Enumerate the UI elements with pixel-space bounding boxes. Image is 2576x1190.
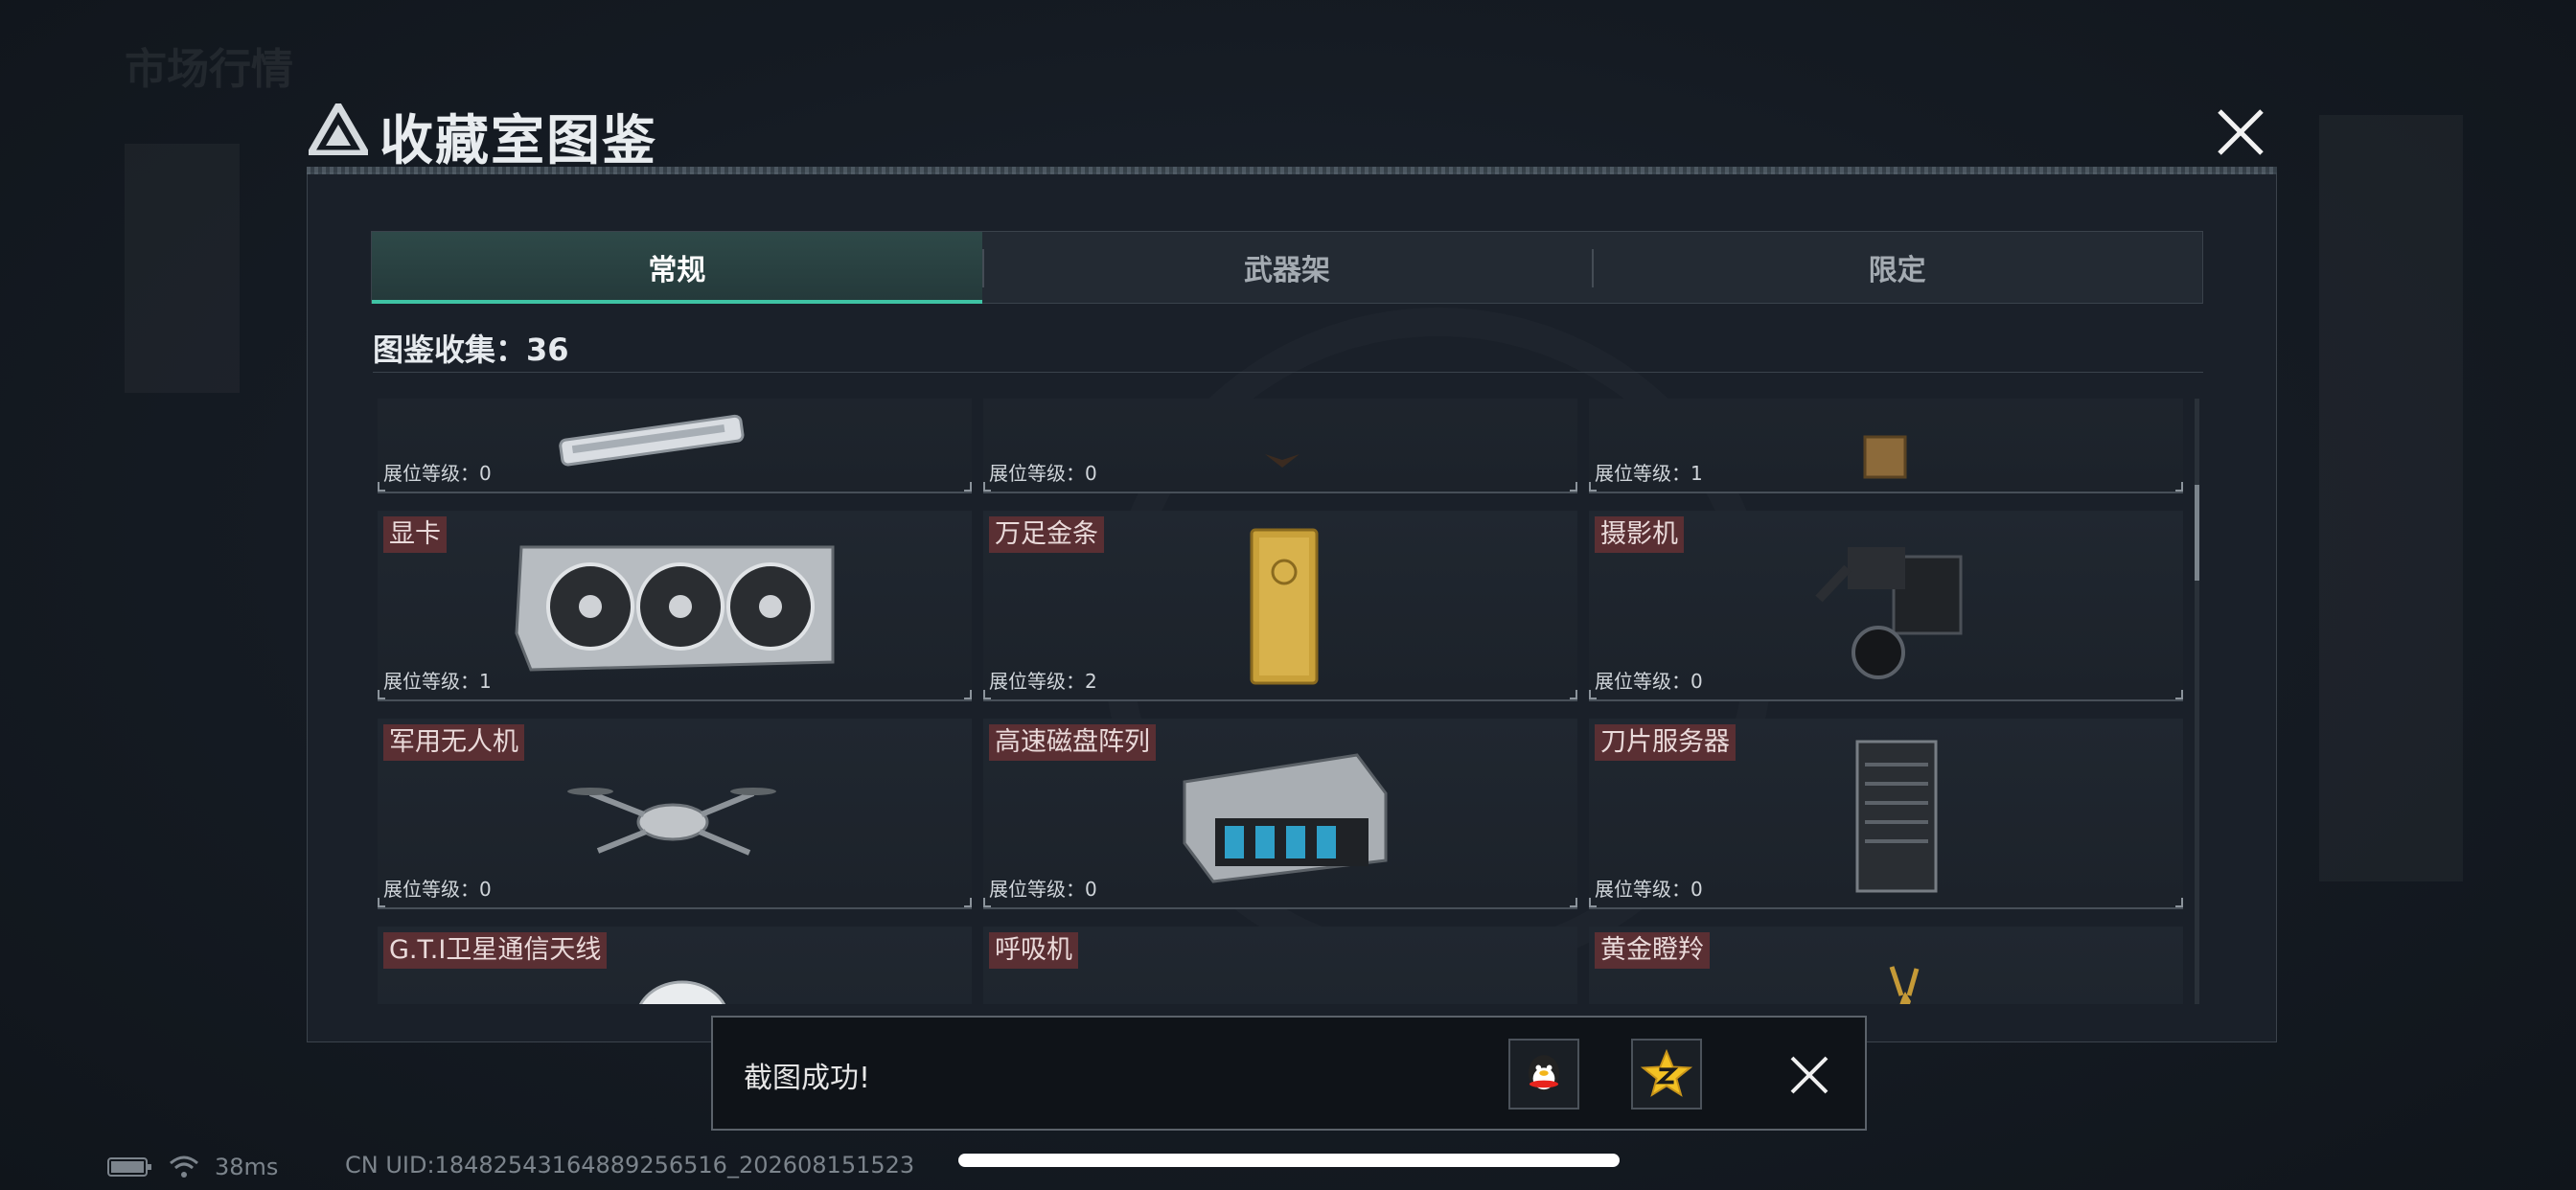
video-camera-icon <box>1815 547 1963 679</box>
close-icon[interactable] <box>2212 103 2269 161</box>
item-name: 显卡 <box>383 516 447 553</box>
display-level: 展位等级：0 <box>989 462 1097 485</box>
ping-value: 38ms <box>215 1154 279 1180</box>
box-icon <box>1863 435 1907 479</box>
tab-weapon-rack[interactable]: 武器架 <box>981 232 1593 303</box>
scrollbar-thumb[interactable] <box>2195 485 2199 581</box>
item-name: 呼吸机 <box>989 932 1078 969</box>
display-level: 展位等级：0 <box>383 878 492 901</box>
keyboard-icon <box>559 414 745 467</box>
item-name: 摄影机 <box>1595 516 1684 553</box>
modal-title-bar: 收藏室图鉴 <box>307 94 2277 174</box>
collection-card[interactable]: 军用无人机 展位等级：0 <box>378 719 972 909</box>
share-qq-button[interactable] <box>1508 1039 1579 1110</box>
blade-server-icon <box>1855 740 1938 893</box>
logo-triangle-icon <box>309 103 368 155</box>
gold-bar-icon <box>1250 528 1319 685</box>
collection-card[interactable]: 展位等级：1 <box>1589 399 2183 493</box>
collection-card[interactable]: 摄影机 展位等级：0 <box>1589 511 2183 701</box>
user-uid: CN UID:18482543164889256516_202608151523 <box>345 1152 915 1179</box>
close-icon[interactable] <box>1786 1052 1832 1098</box>
screenshot-toast: 截图成功! <box>711 1016 1867 1131</box>
display-level: 展位等级：0 <box>1595 878 1703 901</box>
display-level: 展位等级：0 <box>989 878 1097 901</box>
collection-card[interactable]: 万足金条 展位等级：2 <box>983 511 1577 701</box>
collection-card[interactable]: 刀片服务器 展位等级：0 <box>1589 719 2183 909</box>
golden-gazelle-icon <box>1889 966 1920 1004</box>
modal-title: 收藏室图鉴 <box>380 110 657 172</box>
collection-card[interactable]: 展位等级：0 <box>983 399 1577 493</box>
background-panel <box>2319 115 2463 881</box>
share-qzone-button[interactable] <box>1631 1039 1702 1110</box>
collection-count: 图鉴收集：36 <box>373 332 569 368</box>
toast-message: 截图成功! <box>744 1062 871 1095</box>
collection-card[interactable]: 高速磁盘阵列 展位等级：0 <box>983 719 1577 909</box>
item-name: 万足金条 <box>989 516 1104 553</box>
collection-grid: 展位等级：0 展位等级：0 展位等级：1 显卡 展位等级：1 万足金条 展位等级… <box>378 399 2183 1004</box>
disk-array-icon <box>1183 753 1388 883</box>
display-level: 展位等级：1 <box>1595 462 1703 485</box>
qzone-icon <box>1640 1048 1693 1097</box>
bird-statue-icon <box>1265 454 1300 468</box>
collection-grid-viewport[interactable]: 展位等级：0 展位等级：0 展位等级：1 显卡 展位等级：1 万足金条 展位等级… <box>378 399 2183 1004</box>
background-title: 市场行情 <box>125 45 293 94</box>
status-bar: 38ms <box>107 1152 278 1182</box>
background-panel <box>125 144 240 393</box>
display-level: 展位等级：1 <box>383 670 492 693</box>
graphics-card-icon <box>515 545 835 672</box>
collection-card[interactable]: 呼吸机 <box>983 927 1577 1004</box>
grid-scrollbar[interactable] <box>2195 399 2199 1004</box>
display-level: 展位等级：0 <box>1595 670 1703 693</box>
display-level: 展位等级：2 <box>989 670 1097 693</box>
divider <box>373 372 2203 373</box>
drone-icon <box>567 788 776 856</box>
tab-limited[interactable]: 限定 <box>1592 232 2202 303</box>
collection-card[interactable]: 显卡 展位等级：1 <box>378 511 972 701</box>
qq-icon <box>1528 1055 1560 1091</box>
satellite-dish-icon <box>638 980 726 1004</box>
item-name: 黄金瞪羚 <box>1595 932 1710 969</box>
display-level: 展位等级：0 <box>383 462 492 485</box>
category-tabs: 常规 武器架 限定 <box>371 231 2203 304</box>
collection-card[interactable]: G.T.I卫星通信天线 <box>378 927 972 1004</box>
tab-regular[interactable]: 常规 <box>372 232 982 304</box>
home-indicator[interactable] <box>958 1154 1620 1167</box>
collection-card[interactable]: 黄金瞪羚 <box>1589 927 2183 1004</box>
ventilator-icon <box>1108 934 1453 1004</box>
wifi-icon <box>170 1156 198 1178</box>
battery-icon <box>107 1157 151 1177</box>
collection-card[interactable]: 展位等级：0 <box>378 399 972 493</box>
